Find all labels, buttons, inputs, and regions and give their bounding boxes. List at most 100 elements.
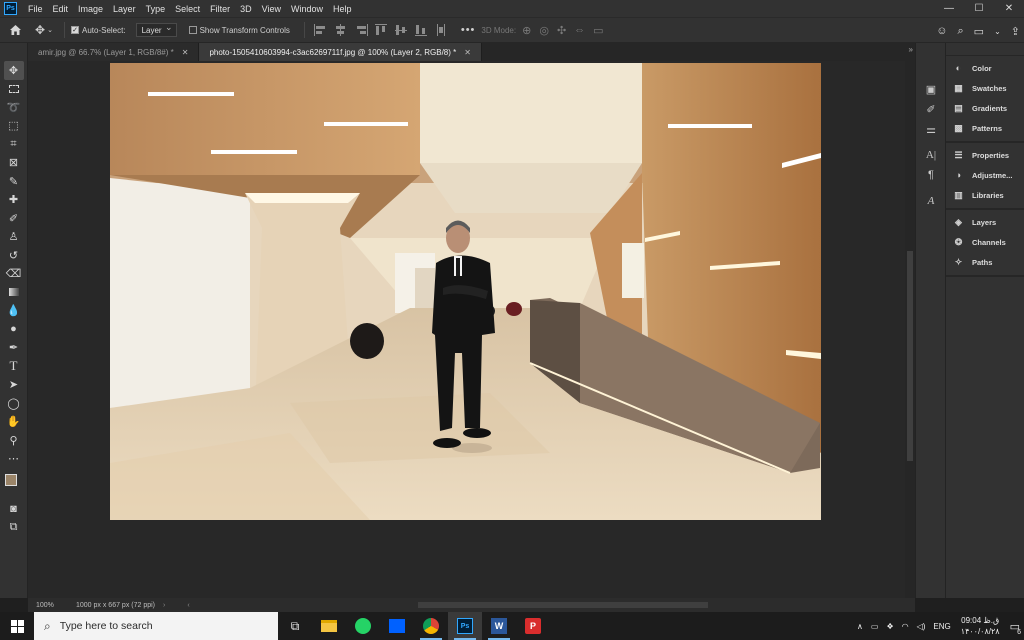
whatsapp-icon[interactable] <box>346 612 380 640</box>
eyedropper-icon[interactable]: ✎ <box>4 172 24 191</box>
menu-filter[interactable]: Filter <box>205 4 235 14</box>
show-hidden-icons[interactable]: ∧ <box>857 622 863 631</box>
tab-amir[interactable]: amir.jpg @ 66.7% (Layer 1, RGB/8#) * ✕ <box>28 43 200 61</box>
network-monitor-icon[interactable]: ▭ <box>871 622 879 631</box>
menu-window[interactable]: Window <box>286 4 328 14</box>
chrome-icon[interactable] <box>414 612 448 640</box>
clone-stamp-icon[interactable]: ♙ <box>4 228 24 247</box>
more-options-button[interactable]: ••• <box>461 17 476 43</box>
screen-mode-icon[interactable]: ⧉ <box>4 519 24 538</box>
search-icon[interactable]: ⌕ <box>958 25 964 38</box>
menu-help[interactable]: Help <box>328 4 357 14</box>
rectangular-marquee-icon[interactable] <box>4 80 24 99</box>
zoom-level[interactable]: 100% <box>28 602 56 609</box>
move-tool-preset-icon[interactable]: ✥ ⌄ <box>30 17 58 43</box>
quick-mask-icon[interactable]: ◙ <box>4 500 24 519</box>
paragraph-icon[interactable]: ¶ <box>916 165 946 185</box>
menu-select[interactable]: Select <box>170 4 205 14</box>
maximize-button[interactable]: ☐ <box>964 0 994 17</box>
edit-toolbar-icon[interactable]: ⋯ <box>4 450 24 469</box>
clock[interactable]: 09:04 ق.ظ ۱۴۰۰/۰۸/۲۸ <box>961 615 1000 637</box>
align-left-edges-icon[interactable] <box>313 24 328 36</box>
language-indicator[interactable]: ENG <box>933 622 950 631</box>
chevron-down-icon[interactable]: ⌄ <box>994 27 1001 36</box>
vertical-scrollbar[interactable] <box>905 61 915 598</box>
eraser-icon[interactable]: ⌫ <box>4 265 24 284</box>
3d-slide-icon[interactable]: ⇔ <box>574 24 585 36</box>
workspace-icon[interactable]: ▭ <box>974 25 984 38</box>
minimize-button[interactable]: — <box>934 0 964 17</box>
show-transform-checkbox[interactable]: Show Transform Controls <box>188 17 290 43</box>
close-icon[interactable]: ✕ <box>464 48 471 57</box>
home-icon[interactable] <box>0 17 30 43</box>
ellipse-icon[interactable]: ◯ <box>4 394 24 413</box>
photoshop-taskbar-icon[interactable]: Ps <box>448 612 482 640</box>
move-tool-icon[interactable]: ✥ <box>3 61 24 80</box>
file-explorer-icon[interactable] <box>312 612 346 640</box>
type-tool-icon[interactable]: T <box>4 357 24 376</box>
tab-photo[interactable]: photo-1505410603994-c3ac6269711f.jpg @ 1… <box>199 43 482 61</box>
chevron-left-icon[interactable]: ‹ <box>187 602 189 609</box>
volume-icon[interactable]: ◁) <box>917 622 926 631</box>
align-right-edges-icon[interactable] <box>354 24 368 36</box>
document-image[interactable] <box>110 63 821 520</box>
blur-icon[interactable]: 💧 <box>4 302 24 321</box>
panel-swatches[interactable]: ▦ Swatches <box>946 78 1024 98</box>
panel-properties[interactable]: ☰ Properties <box>946 145 1024 165</box>
brush-settings-icon[interactable]: ✐ <box>916 99 946 119</box>
notifications-icon[interactable]: ▭ 6 <box>1010 620 1021 636</box>
distribute-icon[interactable] <box>434 24 448 36</box>
share-icon[interactable]: ⇪ <box>1011 25 1020 38</box>
history-icon[interactable]: ▣ <box>916 79 946 99</box>
glyphs-icon[interactable]: A <box>916 191 946 211</box>
gradient-icon[interactable] <box>4 283 24 302</box>
pen-icon[interactable]: ✒ <box>4 339 24 358</box>
crop-icon[interactable]: ⌗ <box>4 135 24 154</box>
adjust-sliders-icon[interactable]: ⚌ <box>916 119 946 139</box>
close-icon[interactable]: ✕ <box>182 48 189 57</box>
panel-channels[interactable]: ❂ Channels <box>946 232 1024 252</box>
dropbox-icon[interactable] <box>380 612 414 640</box>
align-horizontal-centers-icon[interactable] <box>334 24 348 36</box>
color-swatches[interactable] <box>3 472 25 494</box>
user-icon[interactable]: ☺ <box>936 25 947 37</box>
auto-select-target-dropdown[interactable]: Layer <box>135 22 177 37</box>
dodge-icon[interactable]: ● <box>4 320 24 339</box>
menu-type[interactable]: Type <box>141 4 171 14</box>
3d-roll-icon[interactable]: ◎ <box>539 24 549 37</box>
panel-layers[interactable]: ◈ Layers <box>946 212 1024 232</box>
spot-healing-icon[interactable]: ✚ <box>4 191 24 210</box>
menu-3d[interactable]: 3D <box>235 4 257 14</box>
panel-patterns[interactable]: ▩ Patterns <box>946 118 1024 138</box>
3d-orbit-icon[interactable]: ⊕ <box>522 24 531 37</box>
lasso-icon[interactable]: ➰ <box>4 98 24 117</box>
auto-select-checkbox[interactable]: ✓ Auto-Select: <box>71 17 126 43</box>
menu-view[interactable]: View <box>257 4 286 14</box>
chevron-right-icon[interactable]: › <box>163 602 165 609</box>
task-view-icon[interactable]: ⧉ <box>278 612 312 640</box>
align-vertical-centers-icon[interactable] <box>394 24 408 36</box>
collapse-icon[interactable]: » <box>909 45 913 54</box>
panel-color[interactable]: ◐ Color <box>946 58 1024 78</box>
menu-image[interactable]: Image <box>73 4 108 14</box>
document-info[interactable]: 1000 px x 667 px (72 ppi) <box>56 602 155 609</box>
zoom-icon[interactable]: ⚲ <box>4 431 24 450</box>
menu-file[interactable]: File <box>23 4 48 14</box>
panel-libraries[interactable]: ▥ Libraries <box>946 185 1024 205</box>
dropbox-tray-icon[interactable]: ❖ <box>886 622 893 631</box>
menu-edit[interactable]: Edit <box>48 4 74 14</box>
psiphon-icon[interactable]: P <box>516 612 550 640</box>
menu-layer[interactable]: Layer <box>108 4 141 14</box>
3d-pan-icon[interactable]: ✣ <box>557 24 566 37</box>
character-icon[interactable]: A| <box>916 145 946 165</box>
panel-paths[interactable]: ✧ Paths <box>946 252 1024 272</box>
object-selection-icon[interactable]: ⬚ <box>4 117 24 136</box>
align-top-edges-icon[interactable] <box>374 24 388 36</box>
3d-camera-icon[interactable]: ▭ <box>593 24 603 37</box>
history-brush-icon[interactable]: ↺ <box>4 246 24 265</box>
hand-icon[interactable]: ✋ <box>4 413 24 432</box>
path-selection-icon[interactable]: ➤ <box>4 376 24 395</box>
word-icon[interactable]: W <box>482 612 516 640</box>
wifi-icon[interactable]: ◠ <box>902 622 909 631</box>
close-button[interactable]: ✕ <box>994 0 1024 17</box>
